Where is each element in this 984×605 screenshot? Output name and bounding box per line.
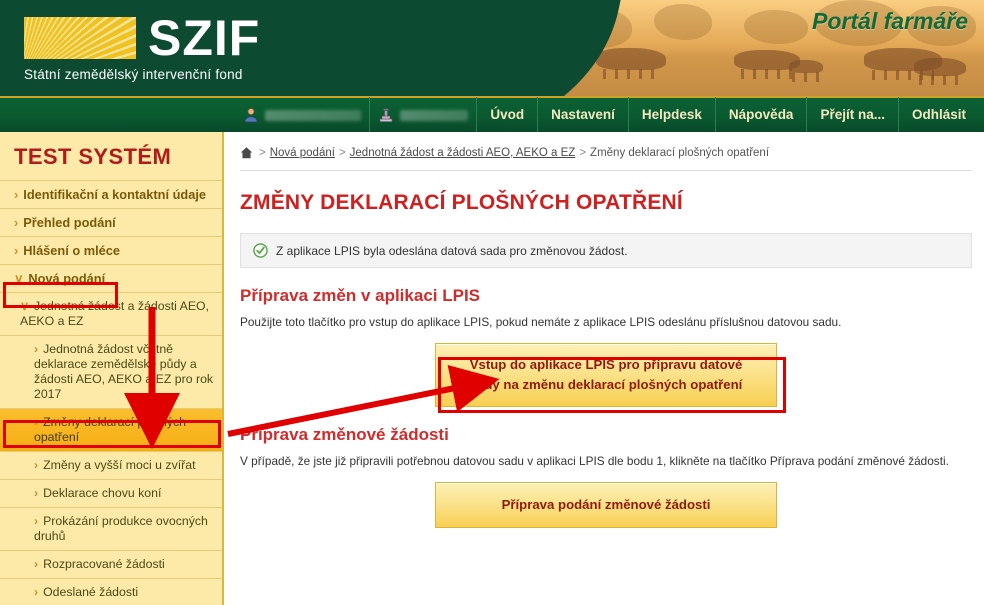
sidebar-item-label: Identifikační a kontaktní údaje [23, 187, 207, 202]
chevron-right-icon: › [34, 415, 39, 429]
tree-silhouette [654, 4, 712, 40]
submit-button-row: Příprava podání změnové žádosti [240, 482, 972, 528]
chevron-right-icon: › [34, 486, 39, 500]
redacted-company-name [400, 109, 469, 121]
chevron-right-icon: › [34, 557, 39, 571]
nav-link-odhlasit[interactable]: Odhlásit [897, 97, 984, 133]
breadcrumb: > Nová podání > Jednotná žádost a žádost… [240, 146, 972, 171]
sidebar-item-label: Jednotná žádost a žádosti AEO, AEKO a EZ [20, 299, 210, 328]
sidebar-item-jednotna-zadost-aeo[interactable]: ∨ Jednotná žádost a žádosti AEO, AEKO a E… [0, 292, 222, 335]
status-alert-text: Z aplikace LPIS byla odeslána datová sad… [276, 243, 628, 258]
chevron-right-icon: › [34, 342, 39, 356]
sidebar-item-identifikacni-udaje[interactable]: › Identifikační a kontaktní údaje [0, 180, 222, 208]
chevron-right-icon: › [34, 585, 39, 599]
szif-logo: SZIF Státní zemědělský intervenční fond [24, 10, 261, 82]
breadcrumb-link-jednotna-zadost[interactable]: Jednotná žádost a žádosti AEO, AEKO a EZ [350, 147, 576, 159]
section-title-priprava-zmen: Příprava změn v aplikaci LPIS [240, 286, 481, 305]
cow-silhouette [789, 60, 823, 82]
nav-link-prejit-na[interactable]: Přejít na... [806, 97, 898, 133]
chevron-right-icon: › [14, 215, 19, 230]
chevron-down-icon: ∨ [20, 299, 30, 313]
sidebar-item-hlaseni-o-mlece[interactable]: › Hlášení o mléce [0, 236, 222, 264]
site-header: SZIF Státní zemědělský intervenční fond … [0, 0, 984, 96]
breadcrumb-separator: > [579, 146, 587, 159]
success-check-icon [253, 243, 268, 258]
sidebar-item-label: Hlášení o mléce [23, 243, 120, 258]
sidebar-item-prehled-podani[interactable]: › Přehled podání [0, 208, 222, 236]
redacted-user-name [265, 109, 362, 121]
stamp-icon [380, 108, 393, 122]
sidebar-item-label: Přehled podání [23, 215, 116, 230]
sidebar-item-deklarace-chovu-koni[interactable]: › Deklarace chovu koní [0, 479, 222, 507]
lpis-entry-button-line1: Vstup do aplikace LPIS pro přípravu dato… [469, 357, 743, 372]
cow-silhouette [596, 48, 666, 79]
nav-link-napoveda[interactable]: Nápověda [714, 97, 807, 133]
szif-logo-subtitle: Státní zemědělský intervenční fond [24, 67, 243, 82]
section-text-priprava-zmen: Použijte toto tlačítko pro vstup do apli… [240, 315, 842, 329]
sidebar-item-zmeny-deklaraci[interactable]: › Změny deklarací plošných opatření [0, 408, 222, 451]
sidebar: TEST SYSTÉM › Identifikační a kontaktní ú… [0, 132, 224, 605]
tree-silhouette [744, 10, 808, 44]
breadcrumb-link-nova-podani[interactable]: Nová podání [270, 147, 335, 159]
sidebar-item-label: Odeslané žádosti [43, 585, 139, 599]
breadcrumb-separator: > [338, 146, 346, 159]
page-title: ZMĚNY DEKLARACÍ PLOŠNÝCH OPATŘENÍ [240, 191, 683, 214]
sidebar-title: TEST SYSTÉM [14, 144, 172, 169]
lpis-entry-button-line2: sady na změnu deklarací plošných opatřen… [469, 377, 743, 392]
user-icon [244, 108, 258, 123]
status-alert: Z aplikace LPIS byla odeslána datová sad… [240, 233, 972, 268]
sidebar-item-label: Prokázání produkce ovocných druhů [34, 514, 208, 543]
sidebar-item-prokazani-produkce[interactable]: › Prokázání produkce ovocných druhů [0, 507, 222, 550]
nav-link-helpdesk[interactable]: Helpdesk [627, 97, 715, 133]
sidebar-item-rozpracovane-zadosti[interactable]: › Rozpracované žádosti [0, 550, 222, 578]
sidebar-item-nova-podani[interactable]: ∨ Nová podání [0, 264, 222, 292]
main-content: > Nová podání > Jednotná žádost a žádost… [226, 132, 984, 605]
nav-link-nastaveni[interactable]: Nastavení [537, 97, 628, 133]
chevron-down-icon: ∨ [14, 271, 24, 286]
chevron-right-icon: › [34, 458, 39, 472]
section-text-priprava-zadosti: V případě, že jste již připravili potřeb… [240, 454, 949, 468]
section-title-priprava-zadosti: Příprava změnové žádosti [240, 425, 449, 444]
szif-logo-mark [24, 17, 136, 59]
cow-silhouette [914, 58, 966, 85]
szif-logo-text: SZIF [148, 10, 261, 66]
sidebar-item-label: Deklarace chovu koní [43, 486, 162, 500]
breadcrumb-current: Změny deklarací plošných opatření [590, 146, 770, 159]
sidebar-item-label: Nová podání [28, 271, 106, 286]
chevron-right-icon: › [14, 187, 19, 202]
sidebar-item-label: Změny deklarací plošných opatření [34, 415, 186, 444]
sidebar-item-label: Změny a vyšší moci u zvířat [43, 458, 196, 472]
prepare-submission-button[interactable]: Příprava podání změnové žádosti [435, 482, 777, 528]
page-root: SZIF Státní zemědělský intervenční fond … [0, 0, 984, 605]
home-icon[interactable] [240, 146, 253, 159]
lpis-button-row: Vstup do aplikace LPIS pro přípravu dato… [240, 343, 972, 407]
main-navigation: Úvod Nastavení Helpdesk Nápověda Přejít … [0, 96, 984, 133]
sidebar-item-label: Rozpracované žádosti [43, 557, 165, 571]
sidebar-item-label: Jednotná žádost včetně deklarace zeměděl… [34, 342, 214, 401]
nav-user-account[interactable] [235, 97, 369, 133]
lpis-entry-button[interactable]: Vstup do aplikace LPIS pro přípravu dato… [435, 343, 777, 407]
chevron-right-icon: › [34, 514, 39, 528]
nav-company-account[interactable] [369, 97, 476, 133]
nav-link-uvod[interactable]: Úvod [476, 97, 537, 133]
sidebar-item-jednotna-zadost-2017[interactable]: › Jednotná žádost včetně deklarace zemědě… [0, 335, 222, 408]
chevron-right-icon: › [14, 243, 19, 258]
breadcrumb-separator: > [259, 146, 266, 159]
portal-title: Portál farmáře [812, 8, 968, 34]
sidebar-item-zmeny-vyssi-moci[interactable]: › Změny a vyšší moci u zvířat [0, 451, 222, 479]
sidebar-item-odeslane-zadosti[interactable]: › Odeslané žádosti [0, 578, 222, 605]
